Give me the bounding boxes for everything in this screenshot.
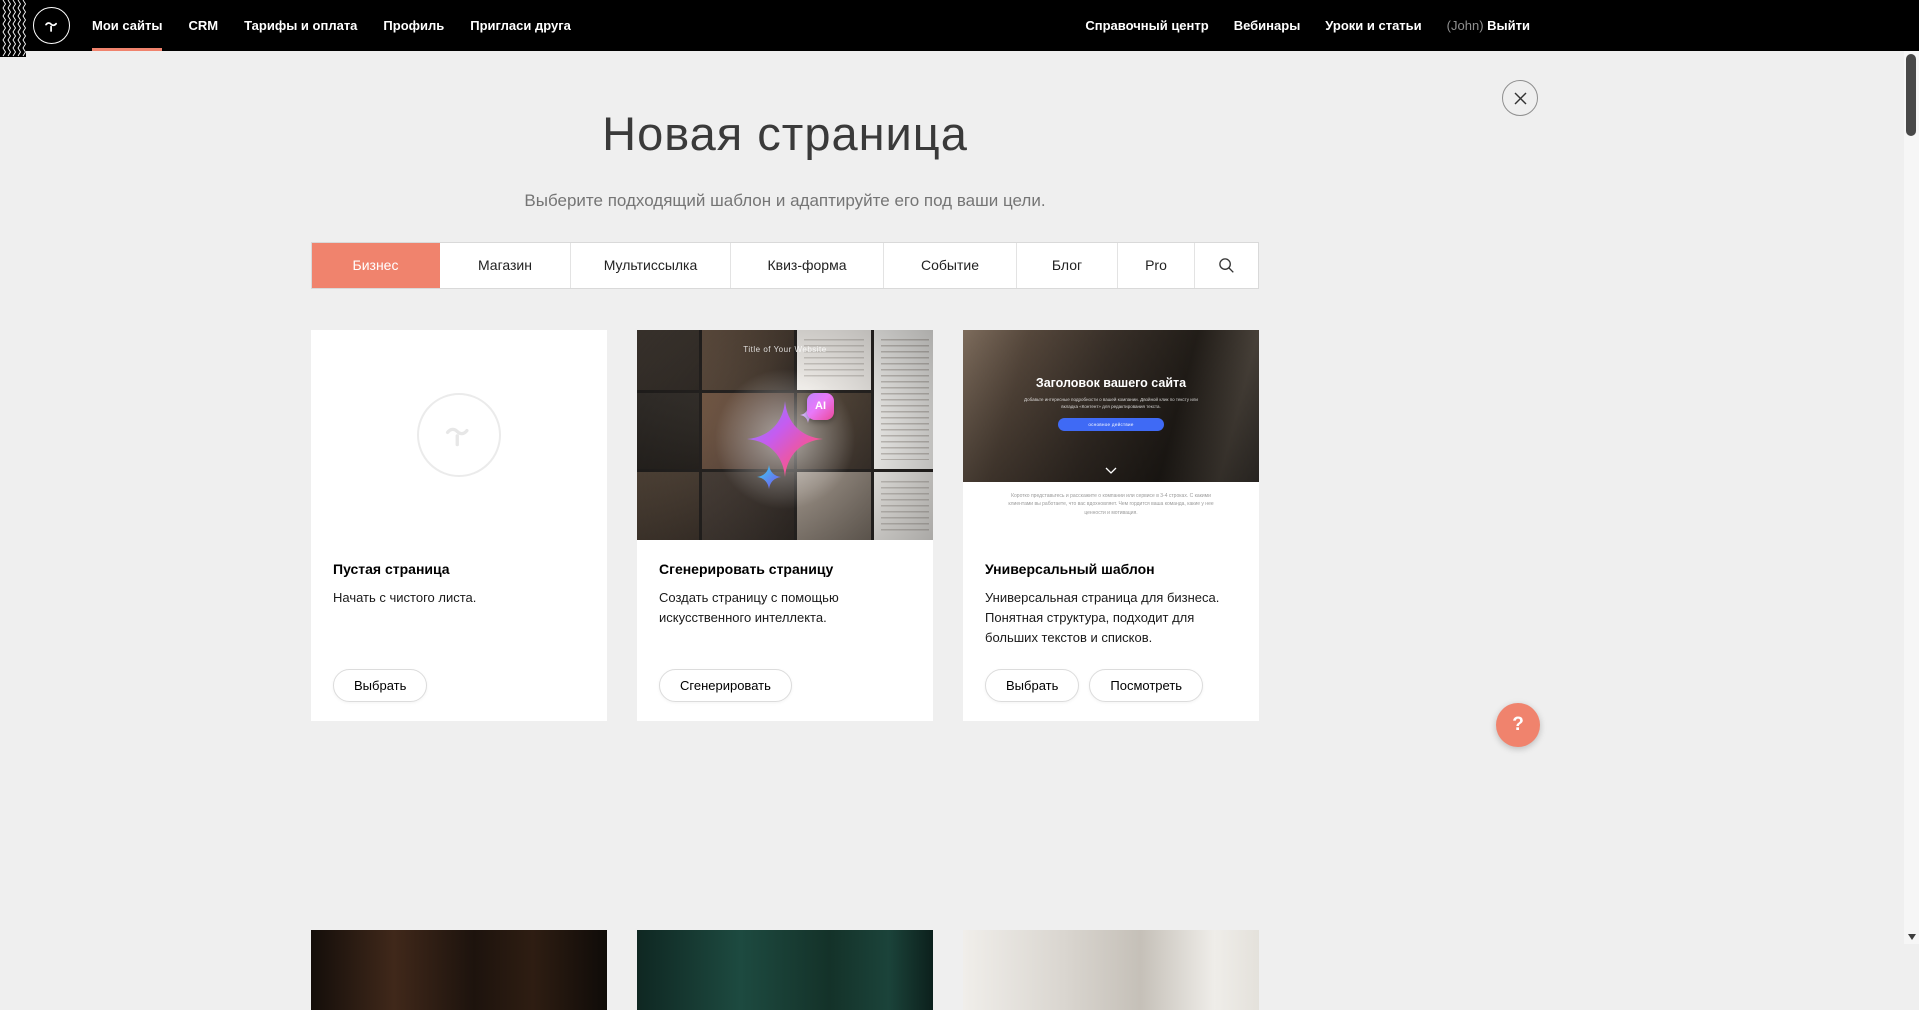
card-description: Создать страницу с помощью искусственног… bbox=[659, 588, 911, 628]
card-title: Сгенерировать страницу bbox=[659, 561, 911, 577]
nav-logout[interactable]: (John) Выйти bbox=[1447, 18, 1530, 33]
preview-body-section: Коротко представьтесь и расскажите о ком… bbox=[963, 482, 1259, 540]
template-preview-partial bbox=[963, 930, 1259, 1010]
template-preview-partial bbox=[311, 930, 607, 1010]
top-navbar: Мои сайты CRM Тарифы и оплата Профиль Пр… bbox=[0, 0, 1919, 51]
generate-button[interactable]: Сгенерировать bbox=[659, 669, 792, 702]
search-tab[interactable] bbox=[1195, 243, 1258, 288]
template-card-partial-3[interactable] bbox=[963, 930, 1259, 1010]
user-name: (John) bbox=[1447, 18, 1484, 33]
tilda-watermark-icon bbox=[417, 393, 501, 477]
tab-pro[interactable]: Pro bbox=[1118, 243, 1195, 288]
tab-multilink[interactable]: Мультиссылка bbox=[571, 243, 731, 288]
tab-shop[interactable]: Магазин bbox=[440, 243, 571, 288]
preview-hero-subtitle: Добавьте интересные подробности о вашей … bbox=[1023, 396, 1199, 410]
choose-button[interactable]: Выбрать bbox=[333, 669, 427, 702]
ai-badge: AI bbox=[807, 393, 834, 420]
template-card-partial-2[interactable] bbox=[637, 930, 933, 1010]
scrollbar[interactable] bbox=[1904, 0, 1919, 944]
scrollbar-thumb[interactable] bbox=[1906, 54, 1916, 136]
close-icon bbox=[1514, 92, 1527, 105]
nav-crm[interactable]: CRM bbox=[188, 0, 218, 51]
nav-lessons[interactable]: Уроки и статьи bbox=[1325, 18, 1421, 33]
secondary-nav: Справочный центр Вебинары Уроки и статьи… bbox=[1085, 0, 1530, 51]
card-title: Пустая страница bbox=[333, 561, 585, 577]
nav-tariffs[interactable]: Тарифы и оплата bbox=[244, 0, 357, 51]
template-grid: Пустая страница Начать с чистого листа. … bbox=[311, 330, 1259, 721]
zigzag-decoration bbox=[0, 0, 26, 57]
preview-site-title: Title of Your Website bbox=[637, 345, 933, 354]
preview-hero-title: Заголовок вашего сайта bbox=[963, 330, 1259, 390]
tab-blog[interactable]: Блог bbox=[1017, 243, 1118, 288]
tilda-logo-icon bbox=[41, 15, 63, 37]
template-category-tabs: Бизнес Магазин Мультиссылка Квиз-форма С… bbox=[311, 242, 1259, 289]
tab-business[interactable]: Бизнес bbox=[312, 243, 440, 288]
template-card-universal: Заголовок вашего сайта Добавьте интересн… bbox=[963, 330, 1259, 721]
nav-my-sites[interactable]: Мои сайты bbox=[92, 0, 162, 51]
blank-preview bbox=[311, 330, 607, 540]
close-button[interactable] bbox=[1502, 80, 1538, 116]
nav-webinars[interactable]: Вебинары bbox=[1234, 18, 1301, 33]
help-button[interactable]: ? bbox=[1496, 703, 1540, 747]
logout-label: Выйти bbox=[1487, 18, 1530, 33]
universal-preview: Заголовок вашего сайта Добавьте интересн… bbox=[963, 330, 1259, 540]
nav-profile[interactable]: Профиль bbox=[383, 0, 444, 51]
choose-button[interactable]: Выбрать bbox=[985, 669, 1079, 702]
nav-invite-friend[interactable]: Пригласи друга bbox=[470, 0, 571, 51]
card-description: Начать с чистого листа. bbox=[333, 588, 585, 608]
template-preview-partial bbox=[637, 930, 933, 1010]
tab-quiz[interactable]: Квиз-форма bbox=[731, 243, 884, 288]
search-icon bbox=[1218, 257, 1235, 274]
page-title: Новая страница bbox=[311, 108, 1259, 160]
new-page-dialog: Новая страница Выберите подходящий шабло… bbox=[311, 51, 1259, 721]
tilda-logo[interactable] bbox=[33, 7, 70, 44]
preview-hero-button: основное действие bbox=[1058, 418, 1164, 431]
chevron-down-icon bbox=[1105, 467, 1117, 474]
template-card-ai: Title of Your Website bbox=[637, 330, 933, 721]
template-card-partial-1[interactable] bbox=[311, 930, 607, 1010]
nav-help-center[interactable]: Справочный центр bbox=[1085, 18, 1208, 33]
card-description: Универсальная страница для бизнеса. Поня… bbox=[985, 588, 1237, 648]
page-subtitle: Выберите подходящий шаблон и адаптируйте… bbox=[311, 191, 1259, 211]
main-nav: Мои сайты CRM Тарифы и оплата Профиль Пр… bbox=[92, 0, 571, 51]
ai-preview: Title of Your Website bbox=[637, 330, 933, 540]
scrollbar-down-arrow[interactable] bbox=[1908, 934, 1916, 940]
template-card-blank: Пустая страница Начать с чистого листа. … bbox=[311, 330, 607, 721]
template-grid-row-2 bbox=[311, 930, 1259, 1010]
preview-button[interactable]: Посмотреть bbox=[1089, 669, 1203, 702]
card-title: Универсальный шаблон bbox=[985, 561, 1237, 577]
preview-hero: Заголовок вашего сайта Добавьте интересн… bbox=[963, 330, 1259, 482]
tab-event[interactable]: Событие bbox=[884, 243, 1017, 288]
preview-body-text: Коротко представьтесь и расскажите о ком… bbox=[1008, 482, 1214, 518]
